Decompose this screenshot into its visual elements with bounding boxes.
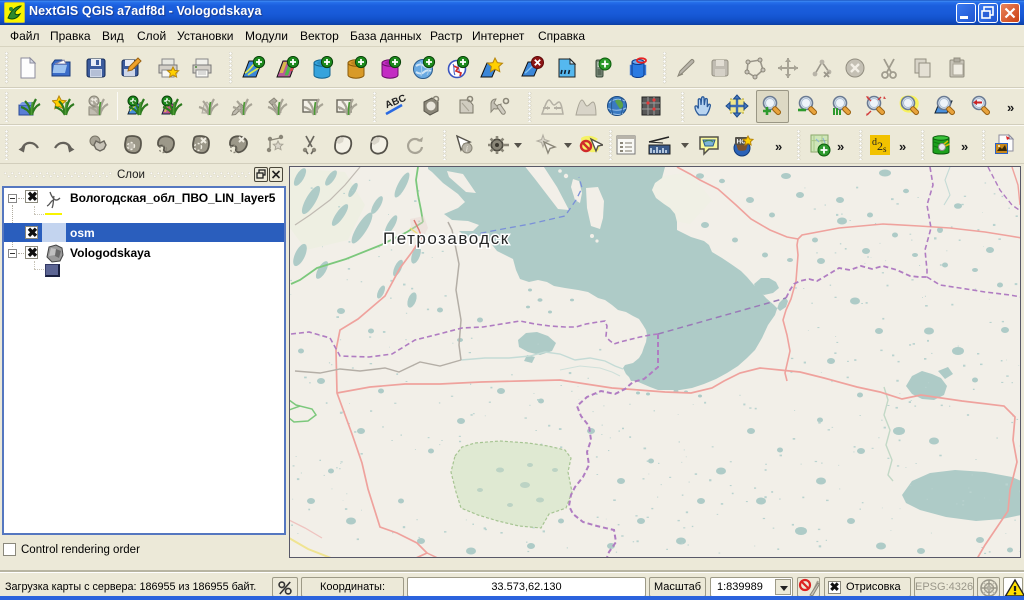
svg-text:»: » [1007,100,1014,115]
svg-text:s: s [883,144,887,154]
svg-text:»: » [899,139,906,154]
svg-text:»: » [961,139,968,154]
svg-text:i: i [466,144,468,153]
svg-text:Петрозаводск: Петрозаводск [383,229,510,248]
svg-text:»: » [775,139,782,154]
svg-text:»: » [837,139,844,154]
